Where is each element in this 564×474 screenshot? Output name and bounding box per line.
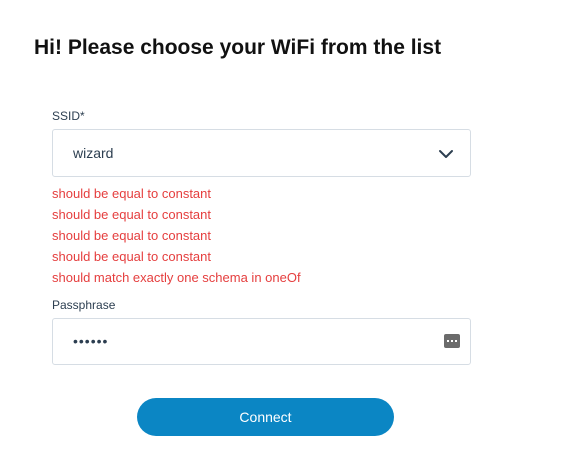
ssid-select[interactable]: wizard	[52, 129, 471, 177]
page-title: Hi! Please choose your WiFi from the lis…	[34, 36, 442, 59]
error-message: should be equal to constant	[52, 249, 212, 264]
ssid-label: SSID*	[52, 109, 85, 123]
keyboard-icon[interactable]	[444, 334, 460, 348]
error-message: should be equal to constant	[52, 228, 212, 243]
connect-button[interactable]: Connect	[137, 398, 394, 436]
error-message: should match exactly one schema in oneOf	[52, 270, 301, 285]
passphrase-field[interactable]: ••••••	[52, 318, 471, 365]
ssid-error-list: should be equal to constant should be eq…	[52, 183, 492, 288]
passphrase-label: Passphrase	[52, 298, 116, 312]
error-message: should be equal to constant	[52, 207, 212, 222]
chevron-down-icon[interactable]	[438, 146, 454, 162]
error-message: should be equal to constant	[52, 186, 212, 201]
passphrase-value: ••••••	[73, 333, 109, 349]
ssid-selected-value: wizard	[73, 145, 114, 161]
